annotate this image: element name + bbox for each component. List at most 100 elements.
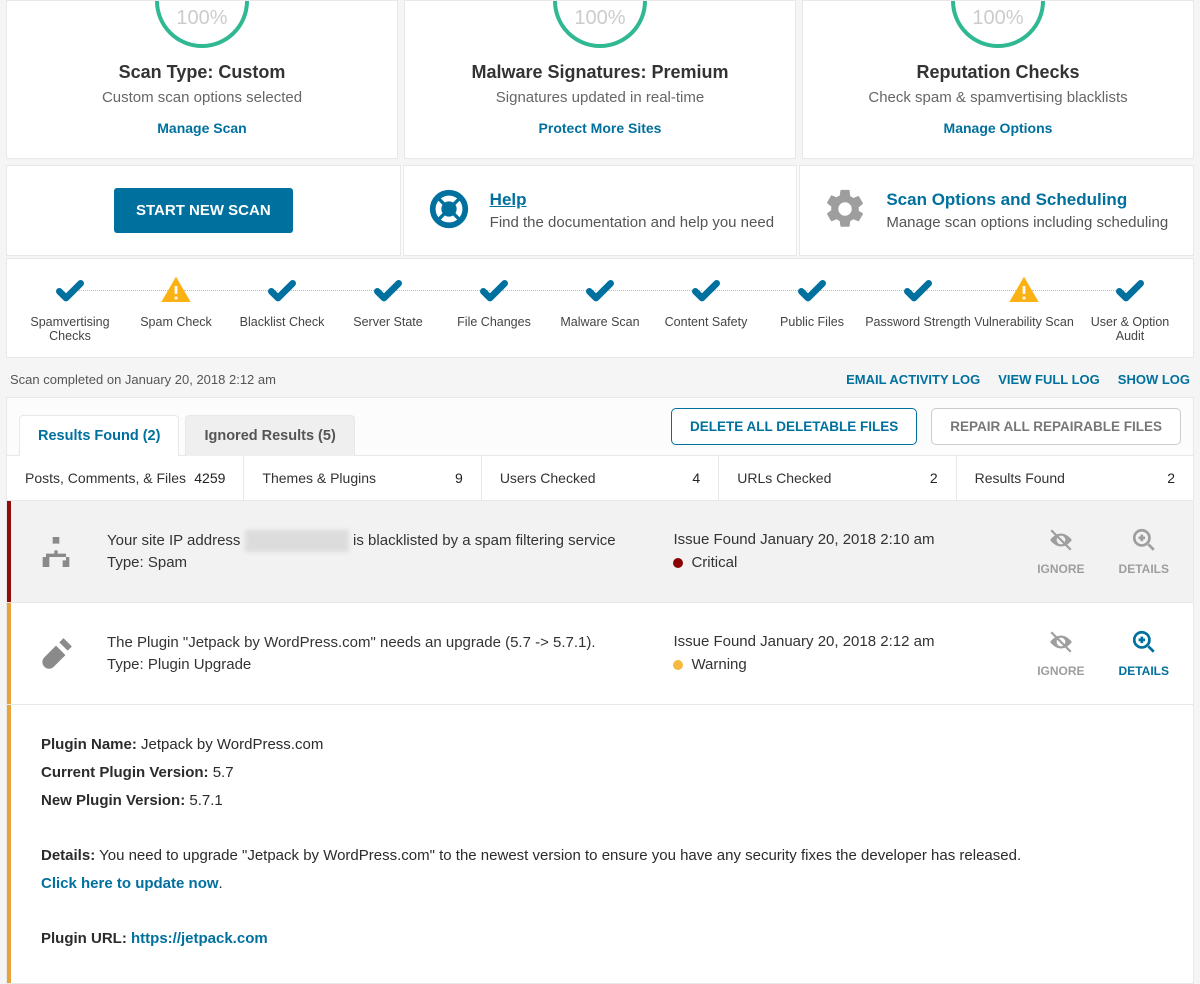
- progress-ring: 100%: [155, 1, 249, 48]
- stat-subtitle: Custom scan options selected: [19, 89, 385, 106]
- counters-row: Posts, Comments, & Files4259Themes & Plu…: [7, 456, 1193, 501]
- stat-card-reputation: 100% Reputation Checks Check spam & spam…: [802, 0, 1194, 159]
- scan-options-cell[interactable]: Scan Options and Scheduling Manage scan …: [799, 165, 1194, 256]
- current-version-label: Current Plugin Version:: [41, 764, 209, 781]
- protect-sites-link[interactable]: Protect More Sites: [417, 120, 783, 136]
- new-version-label: New Plugin Version:: [41, 792, 185, 809]
- scan-step-label: Password Strength: [865, 315, 971, 329]
- stat-cards-row: 100% Scan Type: Custom Custom scan optio…: [0, 0, 1200, 159]
- results-listing: Results Found (2) Ignored Results (5) DE…: [6, 397, 1194, 984]
- scan-step-label: Content Safety: [653, 315, 759, 329]
- check-icon: [229, 275, 335, 305]
- check-icon: [759, 275, 865, 305]
- scan-step-label: Public Files: [759, 315, 865, 329]
- plugin-name-label: Plugin Name:: [41, 736, 137, 753]
- eye-off-icon: [1048, 527, 1074, 556]
- progress-ring: 100%: [951, 1, 1045, 48]
- current-version-value: 5.7: [213, 764, 234, 781]
- manage-scan-link[interactable]: Manage Scan: [19, 120, 385, 136]
- plug-icon: [31, 634, 81, 674]
- counter-value: 2: [1167, 470, 1175, 486]
- stat-subtitle: Check spam & spamvertising blacklists: [815, 89, 1181, 106]
- stat-card-malware: 100% Malware Signatures: Premium Signatu…: [404, 0, 796, 159]
- check-icon: [865, 275, 971, 305]
- scan-options-link[interactable]: Scan Options and Scheduling: [886, 190, 1127, 209]
- help-link[interactable]: Help: [490, 190, 527, 209]
- stat-title: Reputation Checks: [815, 62, 1181, 83]
- eye-off-icon: [1048, 629, 1074, 658]
- issue-found-date: Issue Found January 20, 2018 2:12 am: [673, 633, 1011, 650]
- details-button[interactable]: DETAILS: [1119, 527, 1169, 576]
- scan-step-label: Spamvertising Checks: [17, 315, 123, 343]
- zoom-in-icon: [1131, 629, 1157, 658]
- manage-options-link[interactable]: Manage Options: [815, 120, 1181, 136]
- counter-value: 9: [455, 470, 463, 486]
- scan-step: User & Option Audit: [1077, 275, 1183, 343]
- scan-meta-row: Scan completed on January 20, 2018 2:12 …: [0, 358, 1200, 397]
- tabs-bar: Results Found (2) Ignored Results (5) DE…: [7, 398, 1193, 456]
- ignore-label: IGNORE: [1037, 664, 1084, 678]
- zoom-in-icon: [1131, 527, 1157, 556]
- issue-text-suffix: is blacklisted by a spam filtering servi…: [353, 532, 616, 549]
- issue-text: The Plugin "Jetpack by WordPress.com" ne…: [107, 634, 596, 651]
- scan-step-label: File Changes: [441, 315, 547, 329]
- stat-subtitle: Signatures updated in real-time: [417, 89, 783, 106]
- warning-icon: [971, 275, 1077, 305]
- check-icon: [17, 275, 123, 305]
- issue-row: Your site IP address 000.000.000.00 is b…: [7, 501, 1193, 603]
- repair-all-button[interactable]: REPAIR ALL REPAIRABLE FILES: [931, 408, 1181, 445]
- scan-completed-text: Scan completed on January 20, 2018 2:12 …: [10, 372, 276, 387]
- severity-dot-icon: [673, 660, 683, 670]
- scan-meta-links: EMAIL ACTIVITY LOG VIEW FULL LOG SHOW LO…: [846, 372, 1190, 387]
- issue-body: Your site IP address 000.000.000.00 is b…: [107, 530, 647, 574]
- ignore-label: IGNORE: [1037, 562, 1084, 576]
- tab-ignored-results[interactable]: Ignored Results (5): [185, 415, 354, 456]
- progress-percent: 100%: [553, 7, 647, 30]
- help-cell[interactable]: Help Find the documentation and help you…: [403, 165, 798, 256]
- counter-label: Posts, Comments, & Files: [25, 470, 186, 486]
- scan-step: Content Safety: [653, 275, 759, 343]
- scan-step: Spam Check: [123, 275, 229, 343]
- scan-step: Server State: [335, 275, 441, 343]
- email-activity-log-link[interactable]: EMAIL ACTIVITY LOG: [846, 372, 980, 387]
- update-now-link[interactable]: Click here to update now: [41, 875, 219, 892]
- warning-icon: [123, 275, 229, 305]
- stat-title: Scan Type: Custom: [19, 62, 385, 83]
- scan-step: Password Strength: [865, 275, 971, 343]
- redacted-ip: 000.000.000.00: [245, 530, 349, 552]
- plugin-url-label: Plugin URL:: [41, 930, 127, 947]
- delete-all-button[interactable]: DELETE ALL DELETABLE FILES: [671, 408, 917, 445]
- start-new-scan-button[interactable]: START NEW SCAN: [114, 188, 293, 233]
- details-text: You need to upgrade "Jetpack by WordPres…: [99, 847, 1021, 864]
- issue-found-date: Issue Found January 20, 2018 2:10 am: [673, 531, 1011, 548]
- scan-step: Blacklist Check: [229, 275, 335, 343]
- stat-card-scan-type: 100% Scan Type: Custom Custom scan optio…: [6, 0, 398, 159]
- issue-meta: Issue Found January 20, 2018 2:10 am Cri…: [673, 531, 1011, 572]
- scan-step-label: User & Option Audit: [1077, 315, 1183, 343]
- details-button[interactable]: DETAILS: [1119, 629, 1169, 678]
- scan-options-subtitle: Manage scan options including scheduling: [886, 214, 1168, 231]
- issue-row: The Plugin "Jetpack by WordPress.com" ne…: [7, 603, 1193, 705]
- ignore-button[interactable]: IGNORE: [1037, 527, 1084, 576]
- check-icon: [1077, 275, 1183, 305]
- issue-detail-panel: Plugin Name: Jetpack by WordPress.com Cu…: [7, 705, 1193, 983]
- issue-type: Type: Spam: [107, 554, 187, 571]
- issue-meta: Issue Found January 20, 2018 2:12 am War…: [673, 633, 1011, 674]
- view-full-log-link[interactable]: VIEW FULL LOG: [998, 372, 1100, 387]
- action-row: START NEW SCAN Help Find the documentati…: [6, 165, 1194, 256]
- gear-icon: [822, 186, 868, 235]
- ignore-button[interactable]: IGNORE: [1037, 629, 1084, 678]
- show-log-link[interactable]: SHOW LOG: [1118, 372, 1190, 387]
- counter-value: 2: [930, 470, 938, 486]
- stat-title: Malware Signatures: Premium: [417, 62, 783, 83]
- progress-percent: 100%: [951, 7, 1045, 30]
- plugin-url-link[interactable]: https://jetpack.com: [131, 930, 268, 947]
- tab-results-found[interactable]: Results Found (2): [19, 415, 179, 456]
- counter-label: Users Checked: [500, 470, 596, 486]
- scan-step: Vulnerability Scan: [971, 275, 1077, 343]
- counter-cell: URLs Checked2: [719, 456, 956, 500]
- plugin-name-value: Jetpack by WordPress.com: [141, 736, 323, 753]
- scan-steps-row: Spamvertising ChecksSpam CheckBlacklist …: [6, 258, 1194, 358]
- new-version-value: 5.7.1: [189, 792, 222, 809]
- scan-step-label: Malware Scan: [547, 315, 653, 329]
